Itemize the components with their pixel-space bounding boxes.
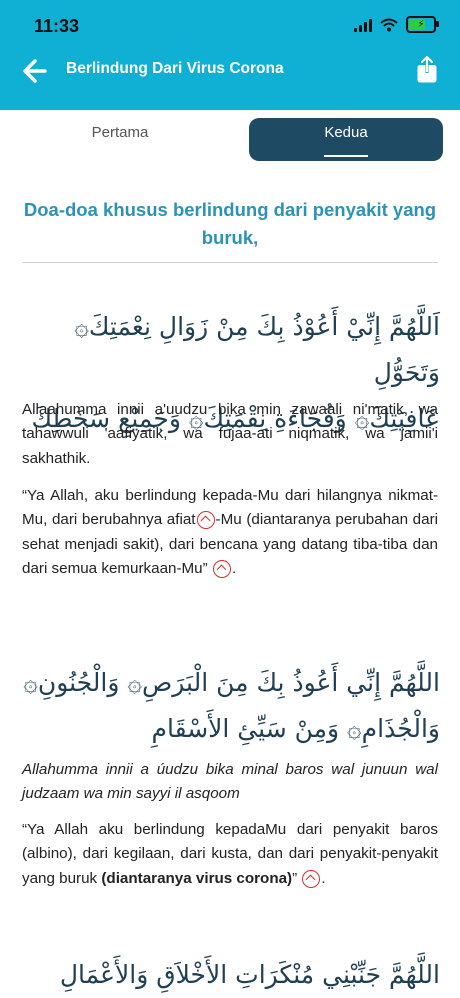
dua-1-translation: “Ya Allah, aku berlindung kepada-Mu dari… <box>22 484 438 582</box>
tab-kedua-label: Kedua <box>324 124 368 141</box>
signal-icon <box>354 18 372 32</box>
dua-2-arabic: اللَّهُمَّ إِنِّي أَعُوذُ بِكَ مِنَ الْب… <box>20 660 440 752</box>
tab-pertama[interactable]: Pertama <box>40 118 200 161</box>
dua-3-arabic: اللَّهُمَّ جَنِّبْنِي مُنْكَرَاتِ الأَخْ… <box>20 952 440 998</box>
dua-2-translation-part-2: ” <box>292 869 298 887</box>
tab-kedua[interactable]: Kedua <box>249 118 443 161</box>
dua-2-translation-bold: (diantaranya virus corona) <box>101 869 293 887</box>
status-time: 11:33 <box>34 16 80 36</box>
status-bar: 11:33 ⚡ <box>0 0 460 44</box>
share-icon[interactable] <box>416 56 438 84</box>
dua-2-arabic-line-2: وَالْجُذَامِ۞ وَمِنْ سَيِّئِ الأَسْقَامِ <box>151 714 440 743</box>
footnote-icon[interactable] <box>196 511 215 530</box>
dua-1-transliteration: Allaahumma innii a'uudzu bika min zawaal… <box>22 401 438 467</box>
app-header: Berlindung Dari Virus Corona <box>0 44 460 110</box>
battery-icon: ⚡ <box>406 16 439 33</box>
tab-active-indicator <box>324 155 368 157</box>
status-icons: ⚡ <box>354 16 439 33</box>
dua-3-arabic-line-1: اللَّهُمَّ جَنِّبْنِي مُنْكَرَاتِ الأَخْ… <box>59 960 440 989</box>
dua-1-arabic-line-1: اَللَّهُمَّ إِنِّيْ أَعُوْذُ بِكَ مِنْ ز… <box>74 312 440 387</box>
dua-2-translation: “Ya Allah aku berlindung kepadaMu dari p… <box>22 818 438 891</box>
dua-2-transliteration: Allahumma innii a úudzu bika minal baros… <box>22 761 438 803</box>
page-title: Berlindung Dari Virus Corona <box>66 60 284 77</box>
wifi-icon <box>380 18 398 31</box>
dua-2-arabic-line-1: اللَّهُمَّ إِنِّي أَعُوذُ بِكَ مِنَ الْب… <box>23 668 440 697</box>
section-heading: Doa-doa khusus berlindung dari penyakit … <box>23 199 437 248</box>
dua-1-translation-end: . <box>231 560 237 578</box>
footnote-icon[interactable] <box>212 560 231 579</box>
footnote-icon[interactable] <box>302 869 321 888</box>
arrow-left-icon[interactable] <box>22 58 48 84</box>
tab-bar: Pertama Kedua <box>0 110 460 168</box>
dua-2-translation-end: . <box>321 869 326 887</box>
divider <box>22 262 438 263</box>
